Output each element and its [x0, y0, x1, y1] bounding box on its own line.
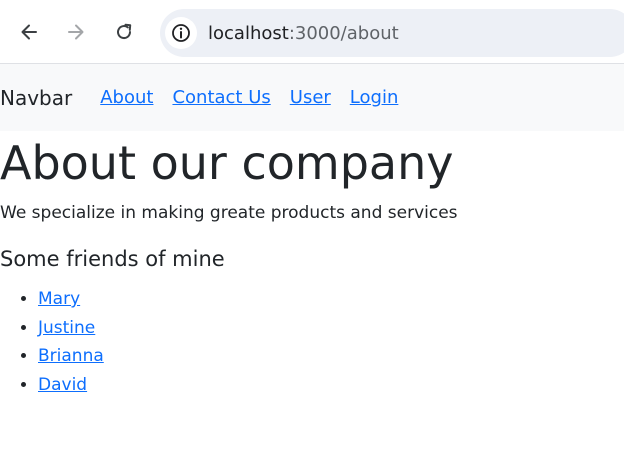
url-text[interactable]: localhost:3000/about [208, 23, 399, 44]
back-arrow-icon [21, 24, 37, 40]
page-title: About our company [0, 136, 454, 190]
nav-link-user[interactable]: User [290, 87, 331, 108]
navbar-brand[interactable]: Navbar [0, 86, 72, 110]
site-info-icon [172, 24, 190, 42]
friends-list: Mary Justine Brianna David [0, 285, 624, 399]
url-host: localhost [208, 22, 289, 44]
navbar: Navbar About Contact Us User Login [0, 64, 624, 131]
main-content: About our company We specialize in makin… [0, 135, 624, 399]
back-button[interactable] [14, 17, 44, 47]
browser-toolbar: localhost:3000/about [0, 0, 624, 64]
list-item: Justine [38, 314, 624, 343]
friend-link-justine[interactable]: Justine [38, 318, 95, 338]
nav-link-about[interactable]: About [100, 87, 153, 108]
page-description: We specialize in making greate products … [0, 203, 458, 223]
list-item: Mary [38, 285, 624, 314]
url-path: :3000/about [288, 22, 399, 44]
list-item: Brianna [38, 342, 624, 371]
friends-heading: Some friends of mine [0, 247, 225, 271]
list-item: David [38, 371, 624, 400]
site-info-button[interactable] [165, 17, 197, 49]
address-bar[interactable]: localhost:3000/about [160, 9, 624, 57]
friend-link-brianna[interactable]: Brianna [38, 346, 104, 366]
reload-icon [117, 23, 132, 40]
nav-link-contact-us[interactable]: Contact Us [172, 87, 270, 108]
forward-button[interactable] [61, 17, 91, 47]
friend-link-mary[interactable]: Mary [38, 289, 80, 309]
forward-arrow-icon [68, 24, 84, 40]
friend-link-david[interactable]: David [38, 375, 87, 395]
nav-link-login[interactable]: Login [350, 87, 399, 108]
reload-button[interactable] [109, 17, 139, 47]
